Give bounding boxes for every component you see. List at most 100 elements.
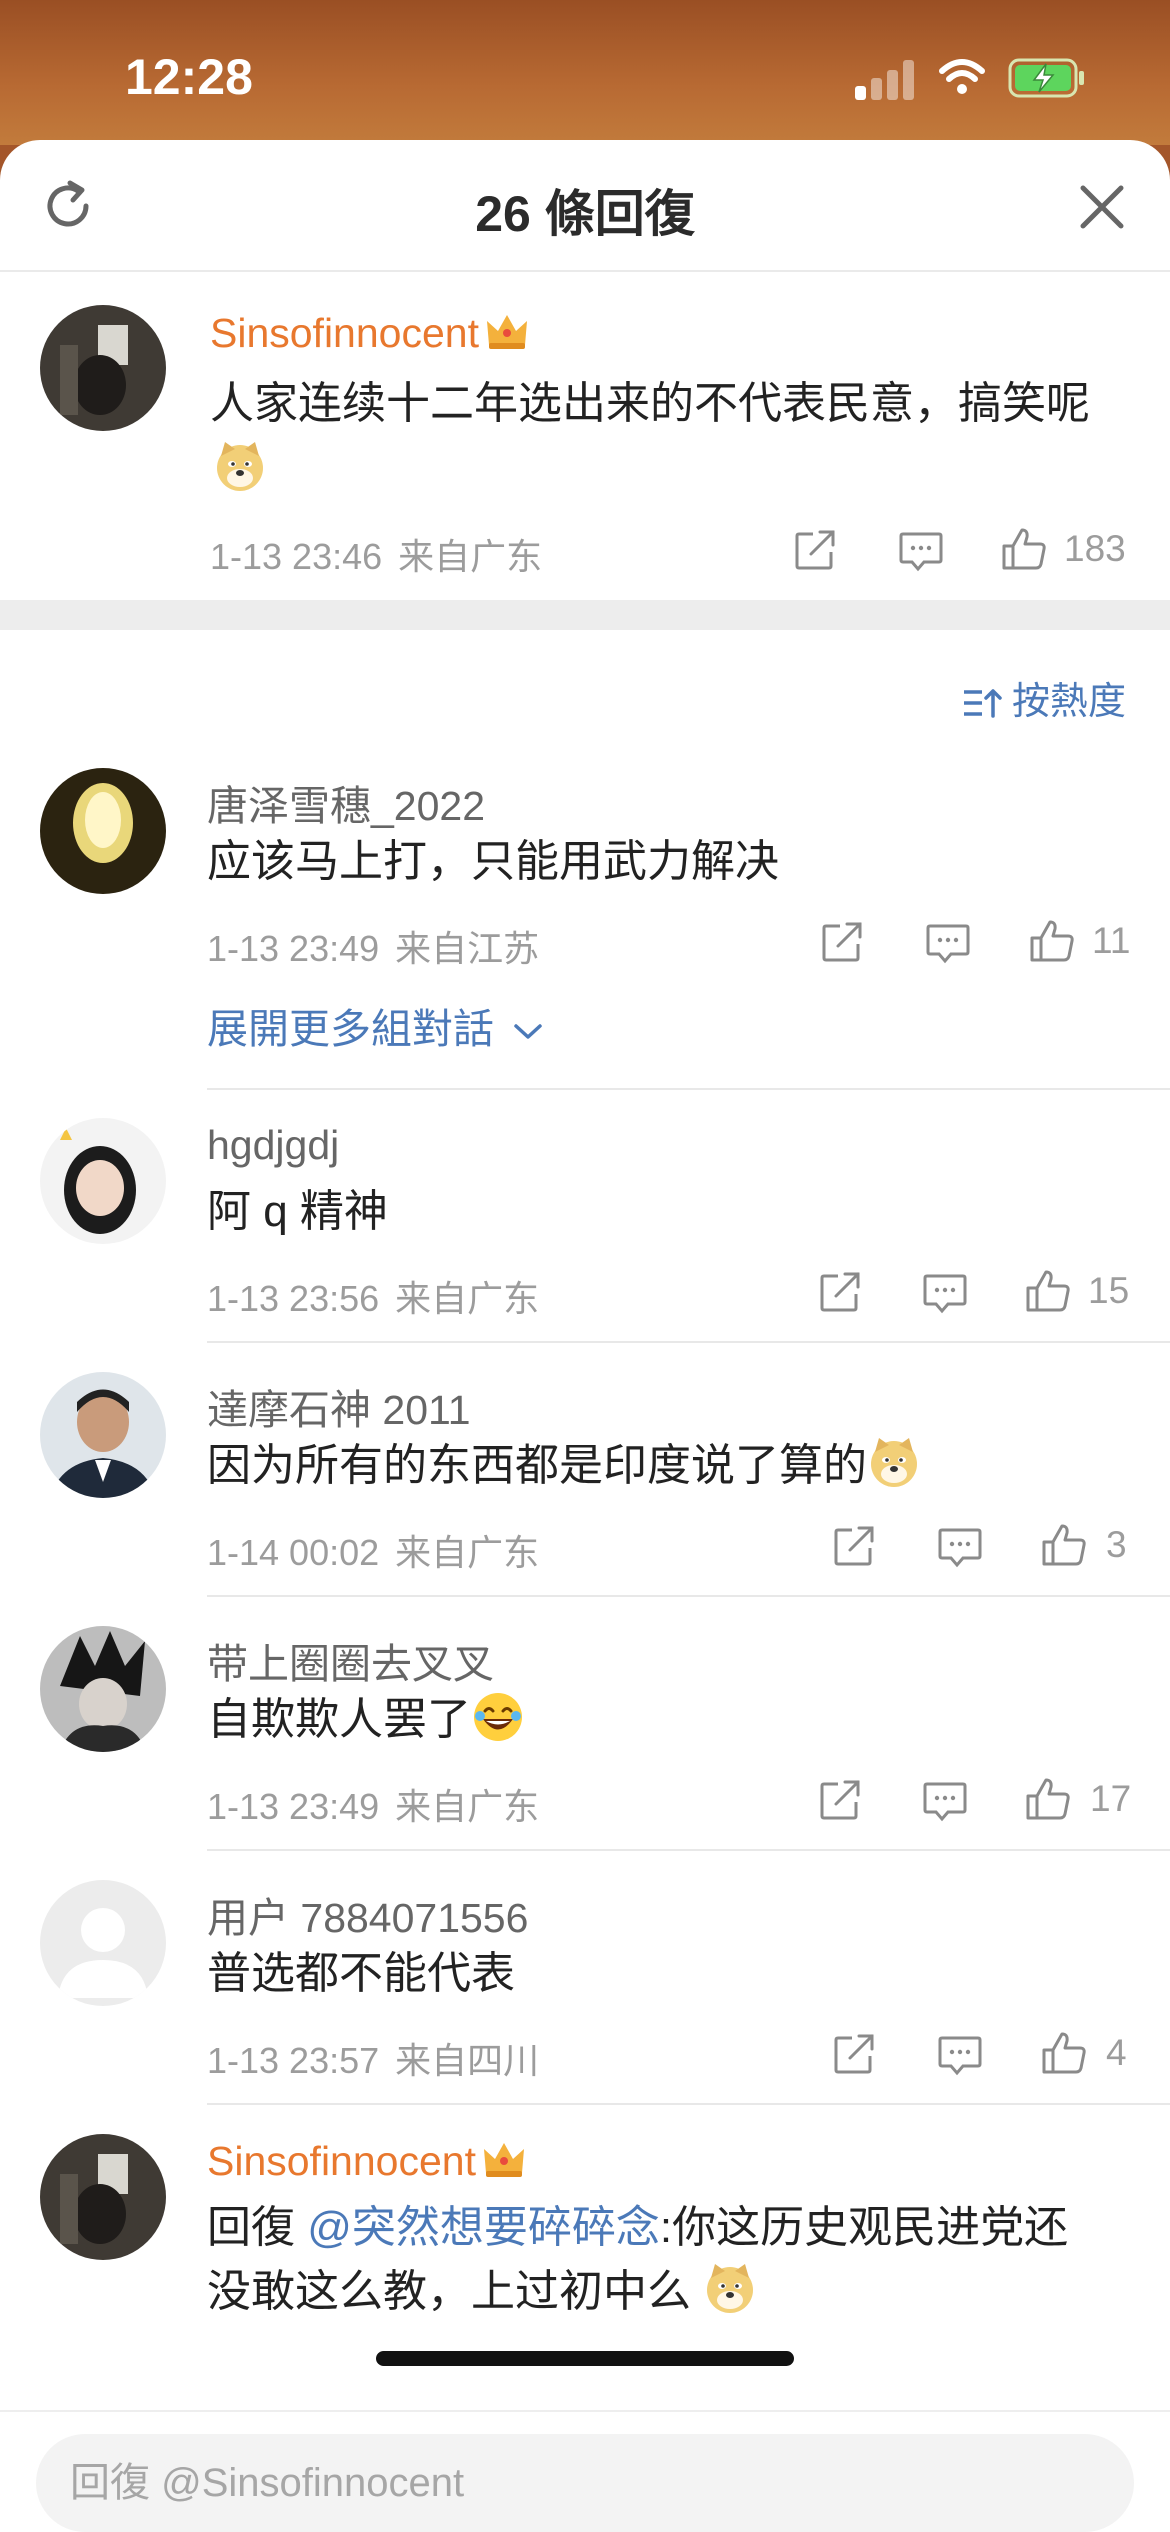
reply-text: 普选都不能代表: [207, 1949, 515, 1998]
reply-location: 来自广东: [395, 1786, 540, 1827]
expand-label: 展開更多組對話: [207, 1006, 494, 1052]
like-count: 183: [1064, 528, 1126, 569]
divider: [207, 1341, 1170, 1343]
comment-icon[interactable]: [922, 1270, 968, 1314]
sheet-header: 26 條回復: [0, 140, 1170, 272]
like-count: 3: [1106, 1524, 1127, 1565]
comment-icon[interactable]: [922, 1778, 968, 1822]
reply-author[interactable]: 带上圈圈去叉叉: [207, 1630, 494, 1690]
laugh-emoji: [472, 1691, 524, 1743]
reply-meta: 1-13 23:49 来自广东: [207, 1778, 539, 1830]
page-title: 26 條回復: [475, 186, 695, 242]
reply-author[interactable]: 唐泽雪穗_2022: [207, 772, 485, 832]
comment-location: 来自广东: [398, 536, 543, 577]
home-indicator[interactable]: [376, 2351, 794, 2366]
reply-meta: 1-14 00:02 来自广东: [207, 1524, 539, 1576]
reply-text-content: 自欺欺人罢了: [207, 1695, 471, 1744]
reply-text: 阿 q 精神: [207, 1187, 388, 1236]
reply-text: 回復 @突然想要碎碎念:你这历史观民进党还: [207, 2196, 1068, 2260]
comment-icon[interactable]: [925, 920, 971, 964]
reply-meta: 1-13 23:57 来自四川: [207, 2032, 539, 2084]
like-count: 15: [1088, 1270, 1130, 1311]
comment-meta: 1-13 23:46 来自广东: [210, 528, 542, 580]
divider: [207, 1595, 1170, 1597]
avatar[interactable]: [40, 305, 166, 431]
doge-emoji: [871, 1438, 917, 1487]
comment-icon[interactable]: [937, 2032, 983, 2076]
like-icon[interactable]: [1024, 1268, 1070, 1312]
reply-location: 来自广东: [395, 1532, 540, 1573]
status-bar: 12:28: [0, 0, 1170, 145]
reply-input-bar: [0, 2410, 1170, 2532]
reply-text-content: 没敢这么教，上过初中么: [207, 2267, 691, 2316]
crown-icon: [483, 2143, 524, 2177]
share-icon[interactable]: [818, 1778, 864, 1822]
avatar[interactable]: [40, 1880, 166, 2006]
like-icon[interactable]: [1040, 2030, 1086, 2074]
crown-icon: [486, 315, 527, 349]
reply-date: 1-13 23:56: [207, 1278, 380, 1319]
sort-button[interactable]: 按熱度: [962, 670, 1126, 725]
comment-author[interactable]: Sinsofinnocent: [210, 310, 529, 357]
reply-author[interactable]: hgdjgdj: [207, 1122, 339, 1169]
sort-label: 按熱度: [1012, 681, 1127, 723]
doge-emoji: [217, 442, 263, 491]
divider: [0, 600, 1170, 630]
share-icon[interactable]: [820, 920, 866, 964]
avatar[interactable]: [40, 2134, 166, 2260]
avatar[interactable]: [40, 1372, 166, 1498]
comment-text: 人家连续十二年选出来的不代表民意，搞笑呢: [210, 379, 1090, 428]
chevron-down-icon: [514, 1024, 543, 1039]
like-icon[interactable]: [1000, 526, 1046, 570]
reply-location: 来自四川: [395, 2040, 540, 2081]
reply-date: 1-13 23:57: [207, 2040, 380, 2081]
like-icon[interactable]: [1028, 918, 1074, 962]
comment-author-name[interactable]: Sinsofinnocent: [210, 310, 479, 356]
avatar[interactable]: [40, 768, 166, 894]
sort-icon: [964, 689, 1002, 718]
reply-text-content: :你这历史观民进党还: [659, 2203, 1069, 2252]
share-icon[interactable]: [832, 2032, 878, 2076]
share-icon[interactable]: [832, 1524, 878, 1568]
battery-icon: [1008, 58, 1084, 98]
reply-date: 1-13 23:49: [207, 928, 380, 969]
reply-date: 1-14 00:02: [207, 1532, 380, 1573]
reply-location: 来自广东: [395, 1278, 540, 1319]
mention-link[interactable]: @突然想要碎碎念: [307, 2203, 660, 2252]
replies-sheet: 26 條回復 Sinsofinnocent 人家连续十二年选出来的不代表民意，搞…: [0, 140, 1170, 2532]
status-time: 12:28: [125, 49, 253, 105]
like-icon[interactable]: [1024, 1776, 1070, 1820]
reply-prefix: 回復: [207, 2203, 295, 2252]
reply-text: 自欺欺人罢了: [207, 1688, 525, 1752]
comment-icon[interactable]: [937, 1524, 983, 1568]
avatar[interactable]: [40, 1626, 166, 1752]
reply-text-content: 因为所有的东西都是印度说了算的: [207, 1441, 867, 1490]
doge-emoji: [707, 2264, 753, 2313]
like-count: 17: [1090, 1778, 1132, 1819]
reply-author-name[interactable]: Sinsofinnocent: [207, 2138, 476, 2184]
close-icon[interactable]: [1075, 180, 1129, 234]
reply-date: 1-13 23:49: [207, 1786, 380, 1827]
reply-meta: 1-13 23:56 来自广东: [207, 1270, 539, 1322]
comment-date: 1-13 23:46: [210, 536, 383, 577]
reply-text-line2: 没敢这么教，上过初中么: [207, 2260, 757, 2324]
reply-text: 因为所有的东西都是印度说了算的: [207, 1434, 921, 1498]
avatar[interactable]: [40, 1118, 166, 1244]
like-count: 4: [1106, 2032, 1127, 2073]
reply-input[interactable]: [36, 2434, 1134, 2532]
reply-location: 来自江苏: [395, 928, 540, 969]
reply-meta: 1-13 23:49 来自江苏: [207, 920, 539, 972]
reply-text: 应该马上打，只能用武力解决: [207, 837, 779, 886]
comment-icon[interactable]: [898, 528, 944, 572]
reply-author[interactable]: Sinsofinnocent: [207, 2138, 526, 2185]
share-icon[interactable]: [793, 528, 839, 572]
divider: [207, 1849, 1170, 1851]
like-icon[interactable]: [1040, 1522, 1086, 1566]
share-icon[interactable]: [818, 1270, 864, 1314]
reply-author[interactable]: 用户 7884071556: [207, 1884, 528, 1944]
signal-icon: [855, 58, 915, 100]
expand-conversation-link[interactable]: 展開更多組對話: [207, 995, 545, 1055]
reply-author[interactable]: 達摩石神 2011: [207, 1376, 471, 1436]
like-count: 11: [1092, 920, 1131, 961]
divider: [207, 2103, 1170, 2105]
